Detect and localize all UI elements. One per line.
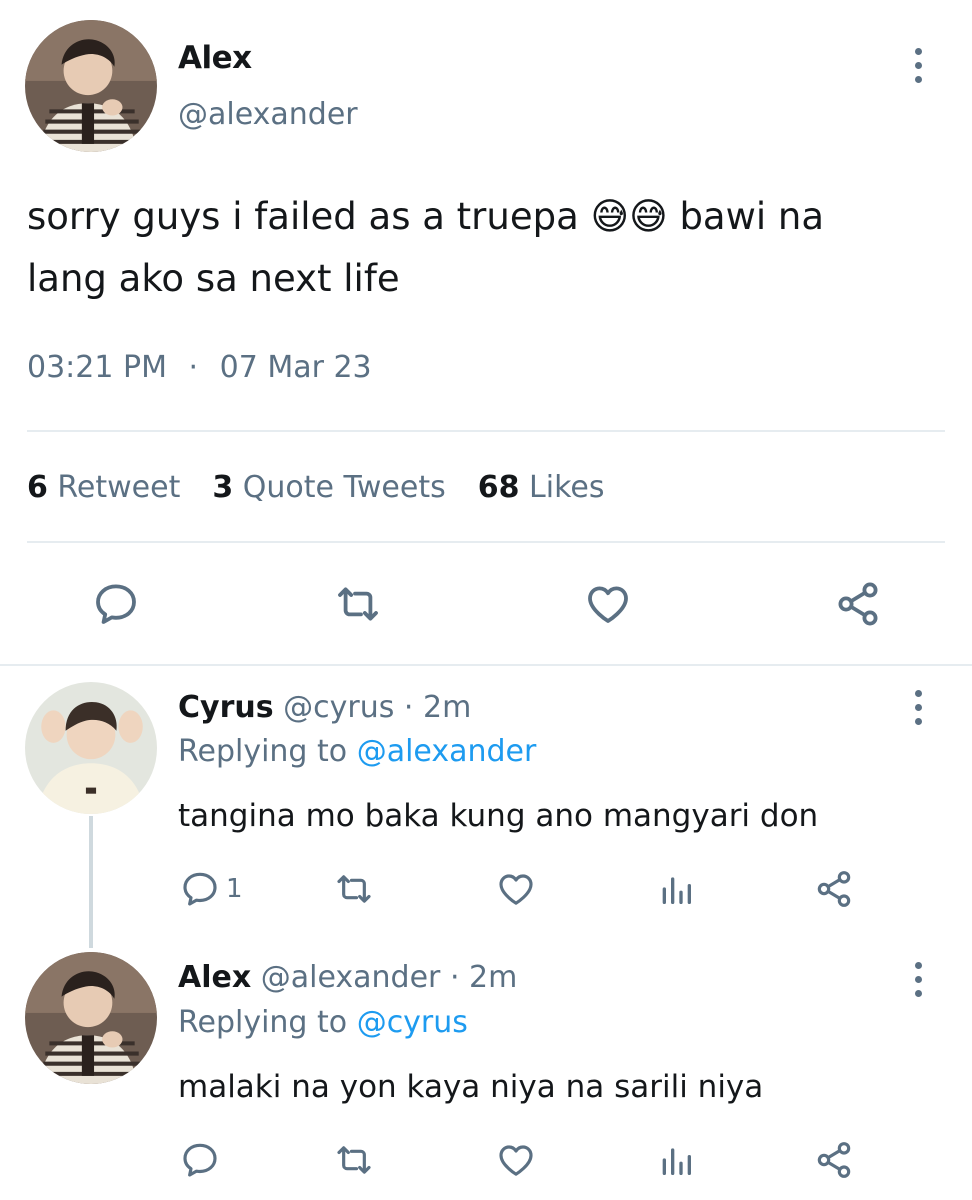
- like-icon[interactable]: [584, 580, 632, 628]
- reply-analytics-icon[interactable]: [656, 869, 696, 909]
- replying-to-label: Replying to: [178, 734, 348, 769]
- reply-handle[interactable]: @cyrus: [283, 690, 394, 725]
- main-tweet-text-part2: bawi na: [667, 195, 825, 238]
- replying-to: Replying to @alexander: [178, 734, 536, 769]
- likes-label: Likes: [529, 470, 605, 505]
- reply-text: tangina mo baka kung ano mangyari don: [178, 798, 819, 834]
- reply-reply-icon[interactable]: [180, 1140, 220, 1180]
- divider: [27, 430, 945, 432]
- reply-display-name[interactable]: Cyrus: [178, 690, 274, 725]
- emoji-sweat-smile-2: 😅: [629, 195, 668, 238]
- main-tweet-display-name[interactable]: Alex: [178, 40, 252, 76]
- reply-reply-icon[interactable]: 1: [180, 869, 243, 909]
- main-tweet-text-line2: lang ako sa next life: [27, 257, 400, 300]
- main-tweet-text-part1: sorry guys i failed as a truepa: [27, 195, 591, 238]
- reply-count: 1: [226, 874, 243, 904]
- reply-like-icon[interactable]: [496, 1140, 536, 1180]
- replying-to: Replying to @cyrus: [178, 1005, 468, 1040]
- emoji-sweat-smile-1: 😅: [590, 195, 630, 238]
- likes-stat[interactable]: 68 Likes: [478, 470, 605, 505]
- retweet-icon[interactable]: [334, 580, 382, 628]
- main-tweet-more-icon[interactable]: [908, 48, 928, 83]
- quotes-label: Quote Tweets: [242, 470, 446, 505]
- reply-text: malaki na yon kaya niya na sarili niya: [178, 1069, 764, 1105]
- share-icon[interactable]: [834, 580, 882, 628]
- reply-retweet-icon[interactable]: [334, 1140, 374, 1180]
- reply-header: Cyrus @cyrus · 2m: [178, 690, 471, 725]
- reply-time: · 2m: [403, 690, 472, 725]
- reply-display-name[interactable]: Alex: [178, 960, 251, 995]
- retweets-label: Retweet: [57, 470, 181, 505]
- main-tweet-timestamp: 03:21 PM · 07 Mar 23: [27, 350, 372, 385]
- replying-to-link[interactable]: @cyrus: [357, 1005, 468, 1040]
- main-tweet-avatar[interactable]: [25, 20, 157, 152]
- reply-share-icon[interactable]: [814, 1140, 854, 1180]
- reply-like-icon[interactable]: [496, 869, 536, 909]
- replying-to-link[interactable]: @alexander: [357, 734, 537, 769]
- quotes-stat[interactable]: 3 Quote Tweets: [212, 470, 445, 505]
- reply-more-icon[interactable]: [908, 690, 928, 725]
- reply-share-icon[interactable]: [814, 869, 854, 909]
- main-tweet-stats: 6 Retweet 3 Quote Tweets 68 Likes: [27, 470, 604, 505]
- likes-count: 68: [477, 470, 520, 505]
- reply-analytics-icon[interactable]: [656, 1140, 696, 1180]
- reply-more-icon[interactable]: [908, 962, 928, 997]
- main-tweet-date: 07 Mar 23: [219, 350, 372, 385]
- retweets-stat[interactable]: 6 Retweet: [27, 470, 180, 505]
- replying-to-label: Replying to: [178, 1005, 348, 1040]
- reply-header: Alex @alexander · 2m: [178, 960, 517, 995]
- main-tweet-time: 03:21 PM: [27, 350, 167, 385]
- retweets-count: 6: [27, 470, 48, 505]
- main-tweet-handle[interactable]: @alexander: [178, 97, 358, 132]
- reply-avatar[interactable]: [25, 952, 157, 1084]
- thread-line: [89, 816, 93, 948]
- divider: [0, 664, 972, 666]
- main-tweet-dot: ·: [188, 350, 199, 385]
- divider: [27, 541, 945, 543]
- reply-time: · 2m: [449, 960, 518, 995]
- reply-handle[interactable]: @alexander: [261, 960, 441, 995]
- reply-retweet-icon[interactable]: [334, 869, 374, 909]
- reply-icon[interactable]: [92, 580, 140, 628]
- reply-avatar[interactable]: [25, 682, 157, 814]
- main-tweet-text: sorry guys i failed as a truepa 😅😅 bawi …: [27, 186, 824, 310]
- quotes-count: 3: [212, 470, 234, 505]
